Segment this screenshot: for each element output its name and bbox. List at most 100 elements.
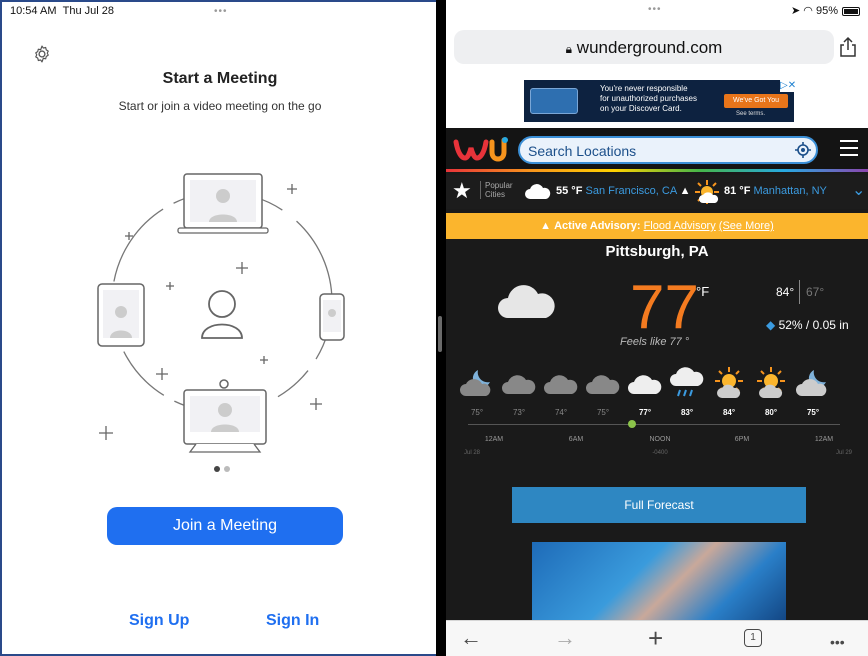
join-meeting-button[interactable]: Join a Meeting [107, 507, 343, 545]
new-tab-plus-icon[interactable]: + [648, 625, 663, 651]
cloud-icon [628, 375, 662, 394]
battery-icon [842, 7, 860, 16]
meeting-illustration [97, 173, 345, 453]
warning-icon: ▲ [679, 185, 691, 197]
advisory-prefix: Active Advisory: [554, 220, 641, 232]
multitask-dots[interactable]: ••• [214, 6, 228, 17]
hour-temp: 75° [596, 408, 610, 417]
location-arrow-icon: ➤ [791, 5, 801, 17]
safari-pane: ••• ➤ ◠ 95% 🔒︎ wunderground.com You're n… [446, 0, 868, 656]
time-label: 12AM [814, 436, 834, 443]
city-san-francisco[interactable]: 55 °F San Francisco, CA ▲ [556, 185, 691, 197]
cloudy-icon [498, 285, 555, 318]
city-name: San Francisco, CA [585, 185, 677, 197]
address-bar[interactable]: 🔒︎ wunderground.com [454, 30, 834, 64]
time-label: 6PM [734, 436, 750, 443]
multitask-dots[interactable]: ••• [648, 4, 662, 15]
city-temp: 55 °F [556, 185, 583, 197]
raindrop-icon: ◆ [766, 318, 776, 332]
ad-photo[interactable] [532, 542, 786, 626]
search-input[interactable] [528, 142, 788, 160]
sign-in-link[interactable]: Sign In [266, 612, 319, 630]
share-icon[interactable] [838, 36, 858, 58]
card-image [530, 88, 578, 114]
time-label: 12AM [484, 436, 504, 443]
ad-terms[interactable]: See terms. [736, 111, 765, 117]
hour-temp: 73° [512, 408, 526, 417]
full-forecast-button[interactable]: Full Forecast [512, 487, 806, 523]
advisory-banner[interactable]: ▲ Active Advisory: Flood Advisory (See M… [446, 213, 868, 239]
sun-cloud-icon [715, 367, 743, 398]
cloud-icon [525, 184, 551, 199]
precip-value: 52% / 0.05 in [778, 318, 849, 332]
safari-toolbar: ← → + 1 ••• [446, 620, 868, 656]
hour-temp: 74° [554, 408, 568, 417]
hour-temp: 75° [806, 408, 820, 417]
city-temp: 81 °F [724, 185, 751, 197]
lock-icon: 🔒︎ [565, 42, 573, 56]
precipitation: ◆ 52% / 0.05 in [766, 318, 849, 332]
back-arrow-icon[interactable]: ← [460, 627, 482, 649]
hour-temp: 80° [764, 408, 778, 417]
cloud-icon [502, 375, 536, 394]
hour-temp: 83° [680, 408, 694, 417]
ad-line: You're never responsible [600, 84, 688, 93]
city-manhattan[interactable]: 81 °F Manhattan, NY [724, 185, 827, 197]
page-dot-active [214, 466, 220, 472]
more-dots-icon[interactable]: ••• [830, 631, 845, 653]
night-cloud-icon [460, 370, 491, 396]
status-indicators: ➤ ◠ 95% [791, 4, 838, 17]
favorites-star-icon[interactable]: ★ [452, 179, 472, 203]
forward-arrow-icon[interactable]: → [554, 627, 576, 649]
sign-up-link[interactable]: Sign Up [129, 612, 189, 630]
page-indicator [212, 459, 232, 477]
advisory-link[interactable]: Flood Advisory [644, 220, 716, 232]
safari-header: ••• ➤ ◠ 95% 🔒︎ wunderground.com [446, 0, 868, 76]
ad-line: on your Discover Card. [600, 104, 682, 113]
ad-banner-area: You're never responsible for unauthorize… [446, 76, 868, 128]
clock-text: 10:54 AM [10, 5, 57, 17]
status-time: 10:54 AM Thu Jul 28 [10, 5, 114, 17]
popular-label-line: Popular [485, 181, 513, 190]
page-subtitle: Start or join a video meeting on the go [118, 99, 322, 113]
now-indicator [628, 420, 636, 428]
url-text[interactable]: 🔒︎ wunderground.com [454, 38, 834, 58]
settings-gear-icon[interactable] [32, 44, 52, 64]
popular-cities-label: Popular Cities [480, 181, 513, 199]
search-box[interactable] [518, 136, 818, 164]
popular-cities-bar: ★ Popular Cities 55 °F San Francisco, CA… [446, 175, 868, 209]
page-dot [224, 466, 230, 472]
feels-like: Feels like 77 ° [620, 336, 690, 348]
split-view-handle[interactable] [438, 316, 442, 352]
wu-navbar [446, 128, 868, 172]
battery-percent: 95% [815, 5, 838, 17]
popular-label-line: Cities [485, 190, 506, 199]
temp-unit: °F [696, 284, 710, 299]
locate-me-icon[interactable] [794, 141, 812, 159]
chevron-down-icon[interactable]: ⌄ [852, 180, 865, 200]
warning-icon: ▲ [540, 220, 552, 232]
rain-icon [670, 367, 704, 397]
ad-line: for unauthorized purchases [600, 94, 697, 103]
sun-cloud-icon [757, 367, 785, 398]
hi-lo-divider [799, 280, 800, 304]
low-temp: 67° [806, 285, 825, 299]
city-name: Manhattan, NY [753, 185, 827, 197]
date-text: Thu Jul 28 [62, 5, 114, 17]
date-label: Jul 29 [835, 450, 852, 456]
hamburger-menu-icon[interactable] [840, 140, 858, 156]
url-value: wunderground.com [576, 38, 723, 57]
wu-logo-icon[interactable] [452, 134, 512, 164]
page-title: Start a Meeting [162, 70, 278, 87]
discover-ad[interactable]: You're never responsible for unauthorize… [524, 80, 796, 122]
hour-temp: 84° [722, 408, 736, 417]
ad-close-icon[interactable]: ▷✕ [780, 80, 796, 92]
location-title: Pittsburgh, PA [605, 243, 709, 260]
advisory-more-link[interactable]: (See More) [719, 220, 774, 232]
cloud-icon [544, 375, 578, 394]
tabs-button[interactable]: 1 [744, 629, 762, 647]
wifi-icon: ◠ [803, 5, 813, 17]
hour-temp-current: 77° [638, 408, 652, 417]
ad-cta-button[interactable]: We've Got You [724, 94, 788, 108]
time-label: 6AM [568, 436, 584, 443]
